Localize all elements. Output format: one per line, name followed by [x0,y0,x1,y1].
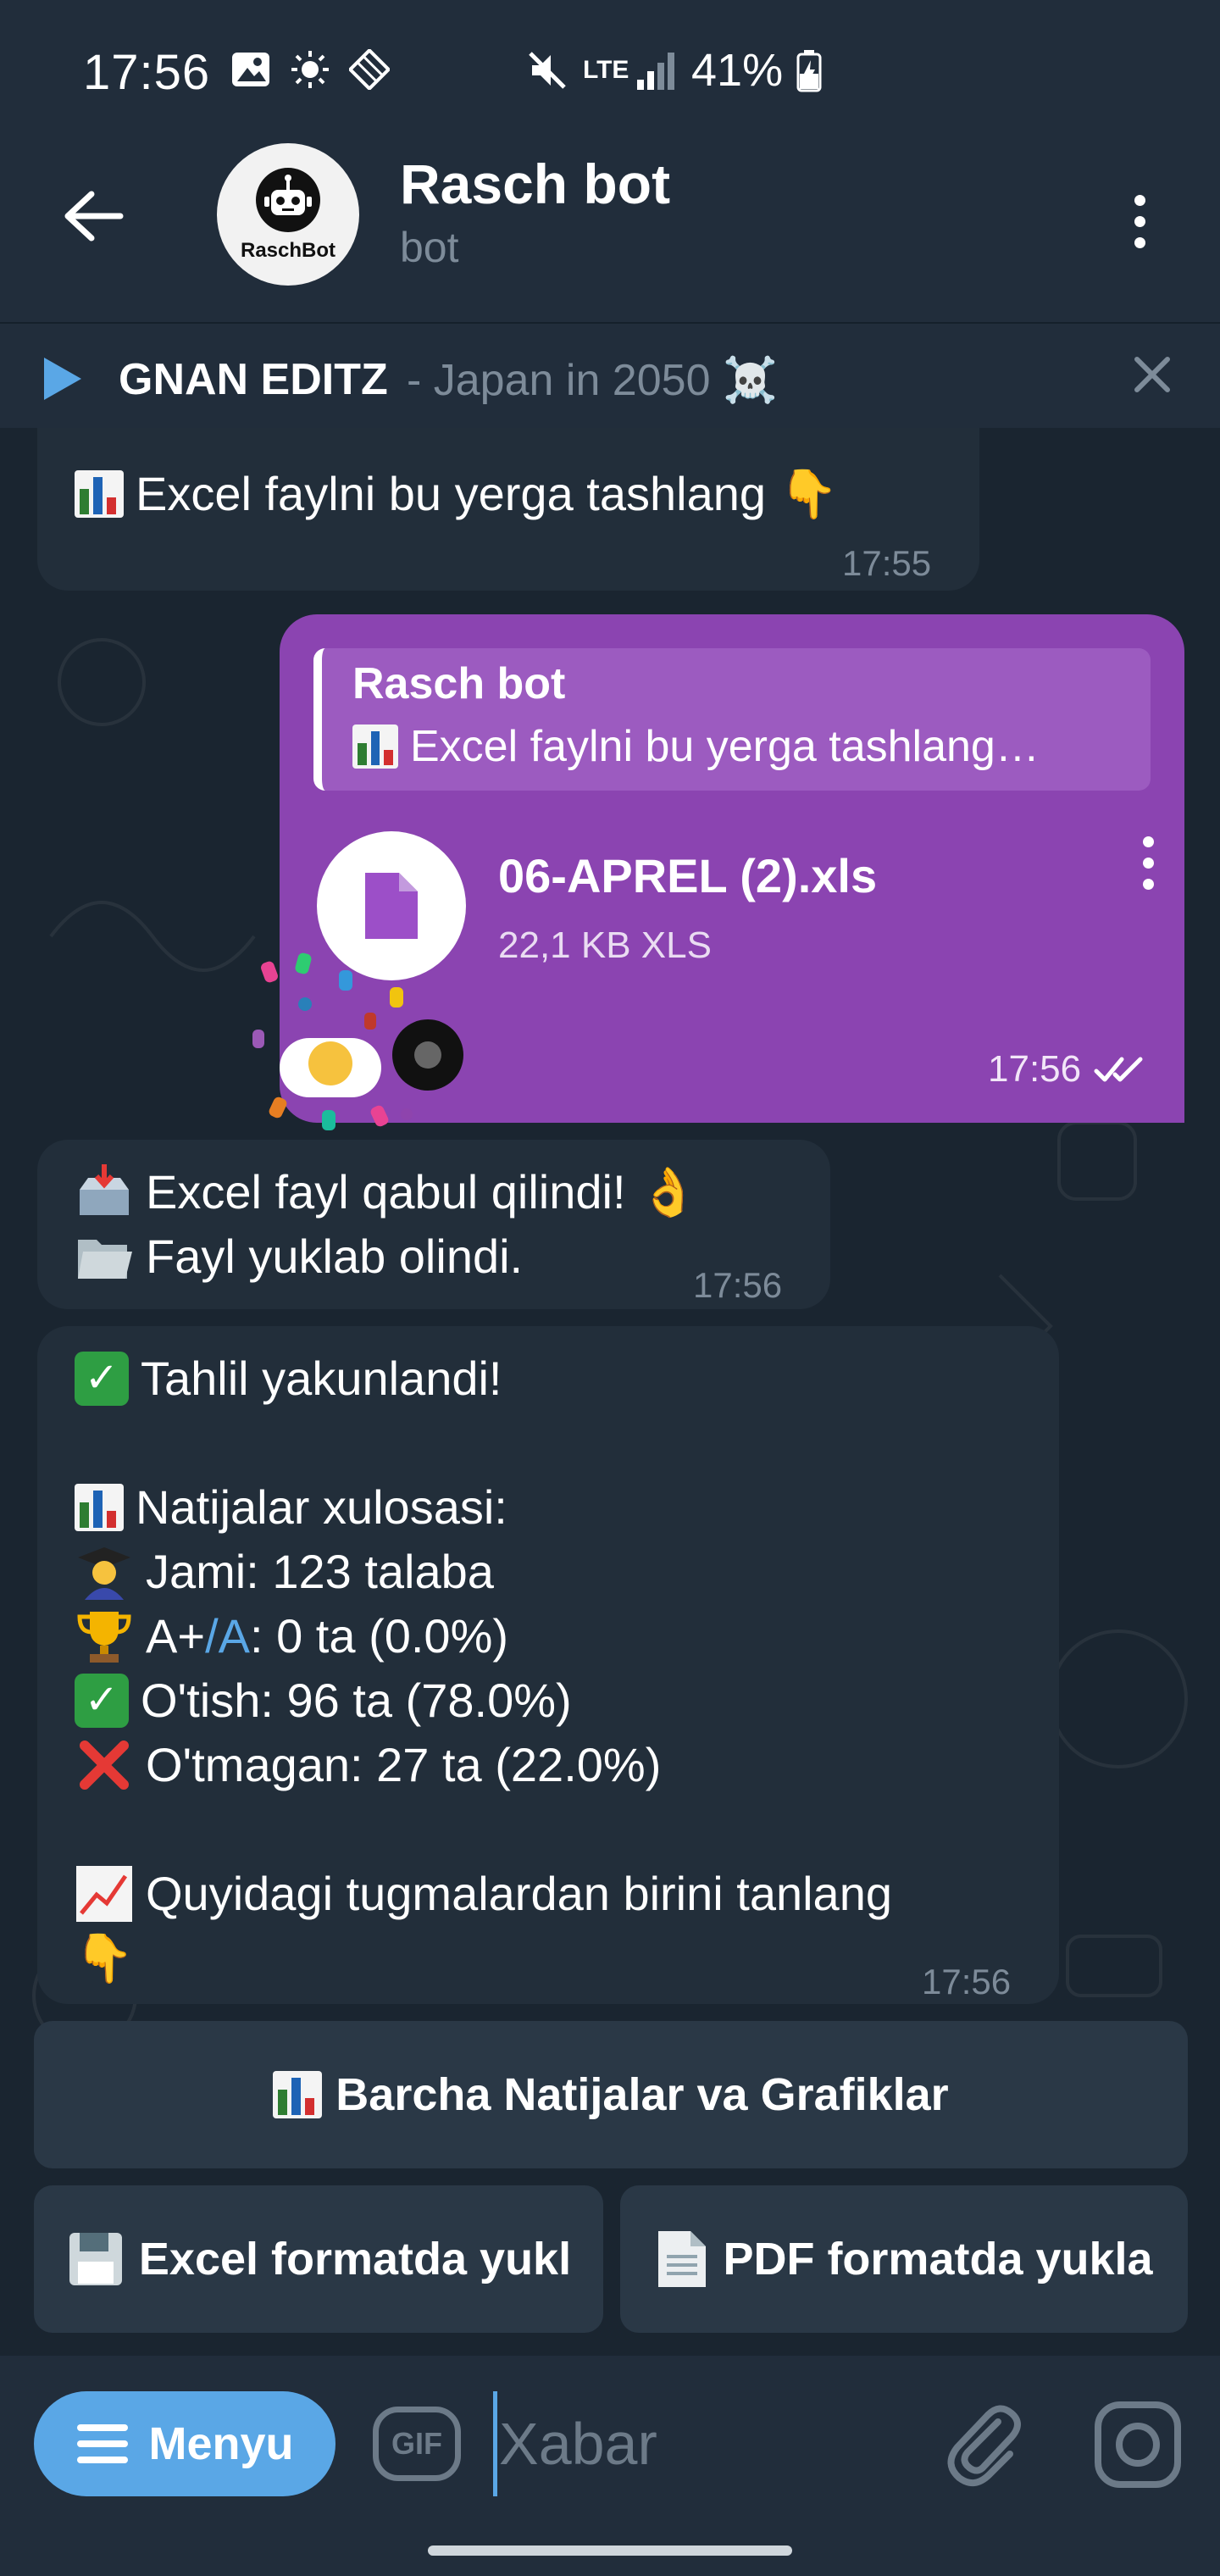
check-mark-icon: ✓ [75,1674,129,1728]
message-bubble-incoming[interactable]: ✓ Tahlil yakunlandi! Natijalar xulosasi:… [37,1326,1059,2004]
reply-sender: Rasch bot [352,659,566,708]
bar-chart-icon [75,470,124,518]
battery-percent: 41% [691,45,784,96]
message-time: 17:56 [922,1962,1012,2001]
all-results-button[interactable]: Barcha Natijalar va Grafiklar [34,2021,1188,2168]
music-artist: GNAN EDITZ [119,355,388,404]
bar-chart-icon [273,2071,323,2118]
reply-text: Excel faylni bu yerga tashlang… [410,722,1040,771]
robot-icon [256,168,320,232]
gif-label: GIF [391,2426,442,2461]
message-text: Jami: 123 talaba [146,1545,494,1598]
status-bar: 17:56 LTE 41% [0,0,1220,140]
menu-label: Menyu [148,2418,294,2469]
message-text: O'tmagan: 27 ta (22.0%) [146,1738,662,1791]
message-text: A+/A: 0 ta (0.0%) [146,1604,508,1668]
button-label: Excel formatda yukl [138,2234,572,2285]
gif-button[interactable]: GIF [373,2407,461,2481]
music-player-bar[interactable]: GNAN EDITZ - Japan in 2050 ☠️ [0,322,1220,428]
grade-text: A+ [146,1609,206,1663]
status-notifications [230,49,390,90]
avatar-label: RaschBot [240,239,336,262]
chat-messages[interactable]: Excel faylni bu yerga tashlang 👇 17:55 R… [0,428,1220,2356]
bot-avatar[interactable]: RaschBot [217,143,359,286]
camera-icon[interactable] [1091,2398,1184,2491]
pdf-download-button[interactable]: PDF formatda yukla [620,2185,1188,2333]
system-navigation-bar [0,2525,1220,2576]
pointing-down-emoji: 👇 [75,1931,134,1985]
message-time: 17:56 [693,1265,783,1305]
menu-icon [77,2424,129,2463]
excel-download-button[interactable]: Excel formatda yukl [34,2185,603,2333]
inbox-tray-icon [80,1164,129,1215]
folder-icon [78,1240,132,1279]
message-time: 17:55 [842,543,932,583]
message-text: Natijalar xulosasi: [136,1480,507,1534]
message-text: Fayl yuklab olindi. [146,1230,524,1283]
message-time: 17:56 [988,1048,1082,1090]
paperclip-icon[interactable] [939,2396,1023,2490]
mute-icon [529,52,566,89]
reaction-sticker [252,952,463,1130]
dot [1142,858,1154,869]
message-bubble-incoming[interactable]: Excel fayl qabul qilindi! 👌 Fayl yuklab … [37,1140,830,1309]
music-title: - Japan in 2050 ☠️ [407,356,778,405]
chat-subtitle: bot [400,224,459,271]
more-options-button[interactable] [1118,179,1161,264]
app-notification-icon [349,49,390,90]
reply-preview[interactable]: Rasch bot Excel faylni bu yerga tashlang… [313,648,1151,791]
dot [1134,236,1145,248]
brightness-icon [291,51,329,88]
button-label: Barcha Natijalar va Grafiklar [336,2069,949,2120]
play-icon[interactable] [41,354,85,403]
graduate-icon [78,1547,130,1600]
check-mark-icon: ✓ [75,1352,129,1406]
status-time: 17:56 [83,45,211,100]
document-icon [365,873,418,939]
dot [1142,836,1154,847]
message-input-bar: Menyu GIF [0,2356,1220,2525]
message-status: 17:56 [988,1048,1149,1091]
dot [1134,194,1145,206]
message-text: Excel fayl qabul qilindi! 👌 [146,1165,698,1219]
file-name[interactable]: 06-APREL (2).xls [498,848,877,903]
message-text: O'tish: 96 ta (78.0%) [141,1674,572,1727]
arrow-left-icon [64,191,124,242]
floppy-disk-icon [69,2233,122,2285]
file-options-button[interactable] [1135,836,1161,921]
bar-chart-icon [75,1484,124,1531]
trending-up-icon [76,1866,132,1922]
trophy-icon [77,1612,131,1663]
button-label: PDF formatda yukla [723,2234,1153,2285]
message-text: Excel faylni bu yerga tashlang 👇 [136,467,839,520]
command-link[interactable]: /A [205,1609,250,1663]
chat-title[interactable]: Rasch bot [400,152,670,216]
back-button[interactable] [51,174,136,258]
message-input[interactable] [493,2391,883,2496]
grade-count: : 0 ta (0.0%) [249,1609,509,1663]
dot [1142,879,1154,890]
bot-menu-button[interactable]: Menyu [34,2391,336,2496]
page-icon [658,2231,707,2287]
message-bubble-incoming[interactable]: Excel faylni bu yerga tashlang 👇 17:55 [37,428,979,591]
battery-charging-icon [796,50,822,92]
close-icon[interactable] [1127,349,1178,400]
dot [1134,215,1145,227]
gallery-icon [232,53,269,86]
message-text: Tahlil yakunlandi! [141,1352,502,1405]
network-type: LTE [583,56,629,84]
status-system-icons: LTE 41% [525,44,822,97]
cross-mark-icon [80,1740,129,1790]
file-size: 22,1 KB XLS [498,924,712,966]
home-handle[interactable] [428,2545,792,2556]
signal-icon [637,53,674,90]
bar-chart-icon [352,724,398,769]
message-text: Quyidagi tugmalardan birini tanlang [146,1867,892,1920]
double-check-icon [1094,1057,1143,1082]
